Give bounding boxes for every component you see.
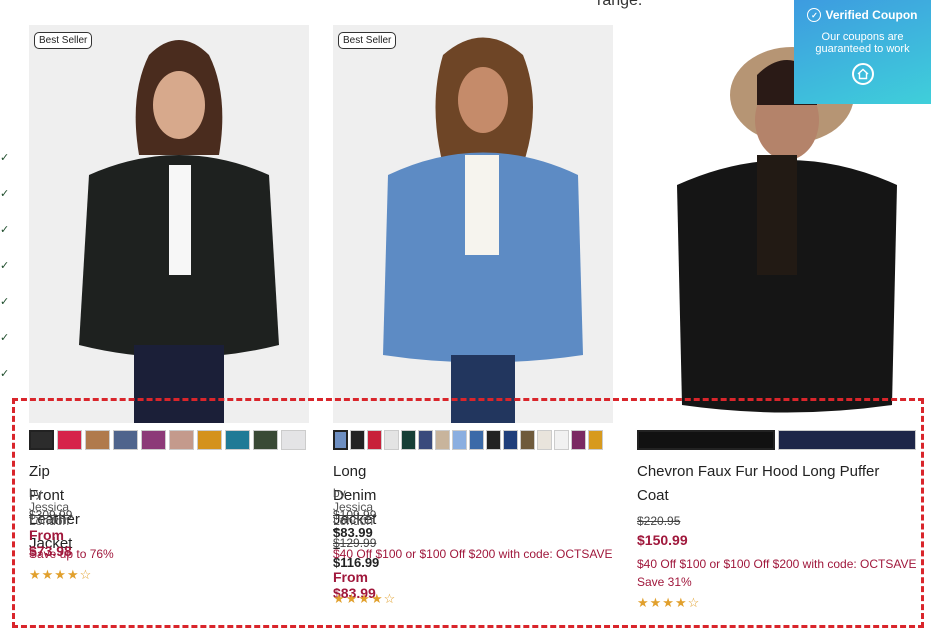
sale-price: $150.99 [637,532,688,548]
color-swatch[interactable] [503,430,518,450]
check-icon: ✓ [0,224,10,236]
color-swatch[interactable] [333,430,348,450]
color-swatch[interactable] [537,430,552,450]
product-title[interactable]: Chevron Faux Fur Hood Long Puffer Coat [637,460,907,508]
product-image[interactable]: Best Seller [333,25,613,423]
original-price: $220.95 [637,514,681,528]
color-swatch[interactable] [469,430,484,450]
promo-code-text: $40 Off $100 or $100 Off $200 with code:… [637,557,917,571]
coupon-title: Verified Coupon [825,8,918,22]
color-swatch[interactable] [520,430,535,450]
color-swatch[interactable] [418,430,433,450]
color-swatch[interactable] [57,430,82,450]
home-icon[interactable] [851,63,874,85]
color-swatch[interactable] [637,430,775,450]
color-swatch[interactable] [85,430,110,450]
woman-denim-jacket-image [333,25,613,423]
color-swatches [637,430,916,450]
color-swatch[interactable] [367,430,382,450]
best-seller-badge: Best Seller [338,32,397,49]
color-swatch[interactable] [141,430,166,450]
rating-stars[interactable]: ★★★★☆ [333,591,396,607]
cropped-header-text: range. [597,0,643,9]
check-circle-icon: ✓ [807,8,822,22]
color-swatch[interactable] [554,430,569,450]
color-swatch[interactable] [588,430,603,450]
verified-coupon-widget[interactable]: ✓ Verified Coupon Our coupons are guaran… [794,0,931,104]
color-swatch[interactable] [29,430,54,450]
check-icon: ✓ [0,296,10,308]
color-swatch[interactable] [384,430,399,450]
promo-code-text: $40 Off $100 or $100 Off $200 with code:… [333,547,613,561]
check-icon: ✓ [0,260,10,272]
color-swatch[interactable] [281,430,306,450]
color-swatches [29,430,306,450]
left-edge-checkmarks: ✓ ✓ ✓ ✓ ✓ ✓ ✓ [0,140,10,392]
save-text: Save up to 76% [29,547,114,561]
color-swatch[interactable] [225,430,250,450]
original-price: $309.99 [29,508,73,522]
color-swatch[interactable] [169,430,194,450]
woman-leather-jacket-image [29,25,309,423]
save-text: Save 31% [637,575,692,589]
check-icon: ✓ [0,368,10,380]
color-swatch[interactable] [350,430,365,450]
color-swatches [333,430,603,450]
coupon-header: ✓ Verified Coupon [802,8,923,22]
color-swatch[interactable] [197,430,222,450]
check-icon: ✓ [0,152,10,164]
color-swatch[interactable] [435,430,450,450]
best-seller-badge: Best Seller [34,32,93,49]
check-icon: ✓ [0,332,10,344]
check-icon: ✓ [0,188,10,200]
color-swatch[interactable] [452,430,467,450]
color-swatch[interactable] [571,430,586,450]
product-image[interactable]: Best Seller [29,25,309,423]
color-swatch[interactable] [113,430,138,450]
coupon-subtitle: Our coupons are guaranteed to work [815,31,910,55]
rating-stars[interactable]: ★★★★☆ [29,567,92,583]
color-swatch[interactable] [253,430,278,450]
color-swatch[interactable] [778,430,916,450]
color-swatch[interactable] [401,430,416,450]
rating-stars[interactable]: ★★★★☆ [637,595,700,611]
color-swatch[interactable] [486,430,501,450]
